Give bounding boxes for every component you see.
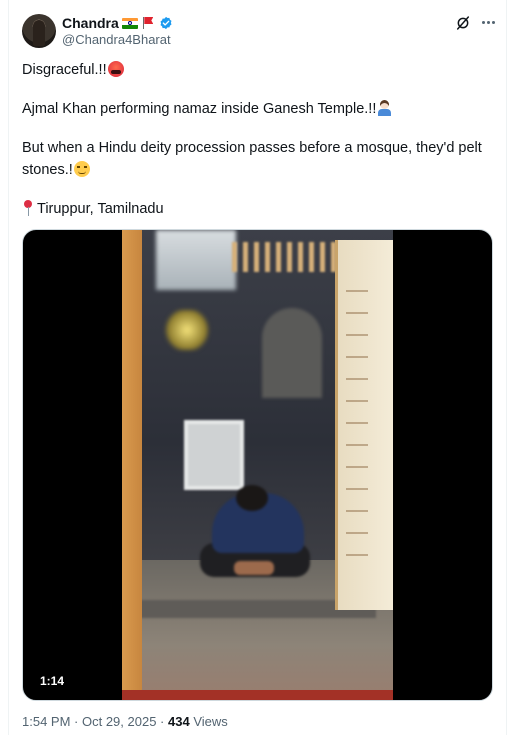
video-scene-shrine [262, 308, 322, 398]
post-line-1: Disgraceful.!! [22, 61, 124, 78]
video-scene-door-right [335, 240, 393, 610]
relieved-face-emoji-icon [73, 161, 90, 177]
video-caption-strip [122, 690, 393, 700]
video-scene-door-left [122, 230, 142, 700]
author-name-row[interactable]: Chandra [62, 14, 173, 32]
views-count: 434 [168, 714, 190, 729]
post-line-4: stones.! [22, 161, 90, 178]
video-scene-person [200, 485, 310, 585]
display-name[interactable]: Chandra [62, 15, 119, 31]
post-line-2: Ajmal Khan performing namaz inside Ganes… [22, 100, 392, 117]
post-time[interactable]: 1:54 PM [22, 714, 70, 729]
grok-icon[interactable] [455, 15, 471, 31]
views-label: Views [189, 714, 228, 729]
round-pushpin-icon [22, 200, 34, 216]
meta-separator: · [156, 714, 168, 729]
post-line-5: Tiruppur, Tamilnadu [22, 200, 164, 217]
post-text: Ajmal Khan performing namaz inside Ganes… [22, 101, 377, 117]
avatar[interactable] [22, 14, 56, 48]
avatar-figure [33, 20, 45, 46]
video-scene-lamp [162, 310, 212, 350]
verified-badge-icon [160, 16, 172, 30]
post-text: stones.! [22, 162, 73, 178]
more-options-icon[interactable] [478, 12, 498, 32]
video-player[interactable]: 1:14 [22, 229, 493, 701]
person-facepalming-emoji-icon [377, 100, 392, 116]
video-scene-sign [184, 420, 244, 490]
india-flag-icon [121, 17, 138, 29]
post-meta: 1:54 PM · Oct 29, 2025 · 434 Views [22, 714, 228, 729]
meta-separator: · [70, 714, 82, 729]
post-text: Disgraceful.!! [22, 62, 107, 78]
location-text: Tiruppur, Tamilnadu [37, 201, 164, 217]
angry-face-emoji-icon [107, 61, 124, 77]
video-frame [122, 230, 393, 700]
red-flag-icon [141, 16, 155, 30]
video-scene-window [156, 230, 236, 290]
author-handle[interactable]: @Chandra4Bharat [62, 32, 171, 47]
post-text: But when a Hindu deity procession passes… [22, 140, 482, 156]
post-line-3: But when a Hindu deity procession passes… [22, 140, 482, 156]
video-duration-badge: 1:14 [33, 670, 72, 692]
post-date[interactable]: Oct 29, 2025 [82, 714, 156, 729]
